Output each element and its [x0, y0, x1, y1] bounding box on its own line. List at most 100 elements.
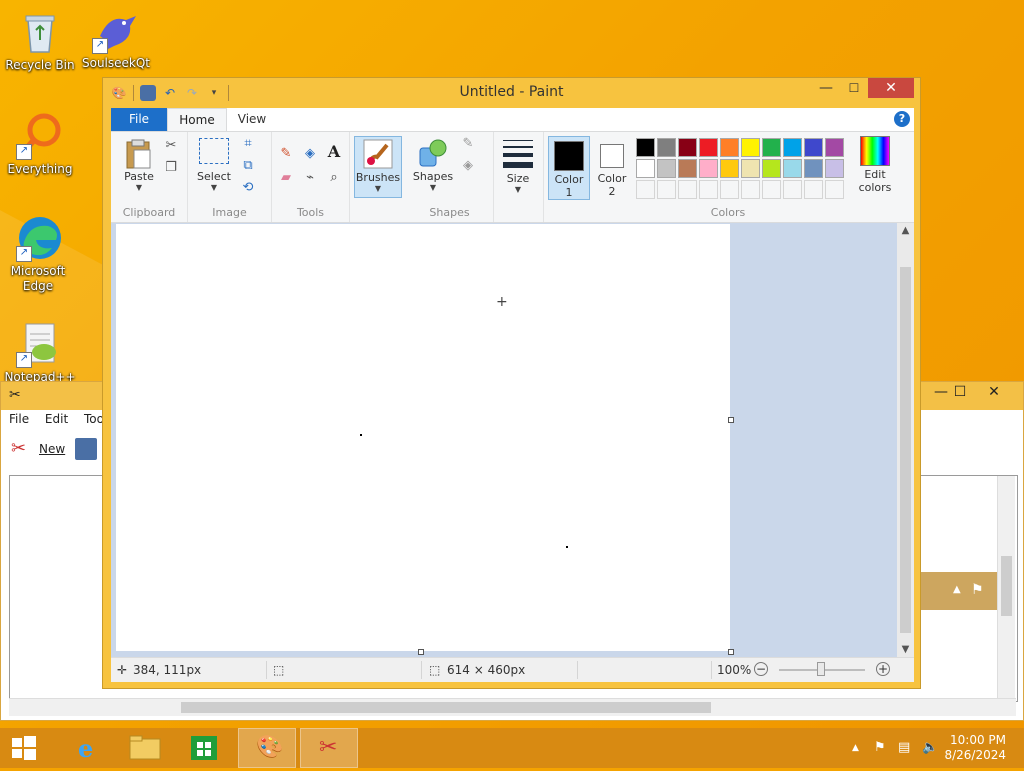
flag-icon[interactable]: ⚑: [971, 582, 984, 598]
tab-home[interactable]: Home: [167, 108, 227, 131]
color2-button[interactable]: Color 2: [592, 136, 632, 198]
palette-swatch[interactable]: [825, 159, 844, 178]
palette-custom-slot[interactable]: [699, 180, 718, 199]
start-button[interactable]: [0, 728, 58, 768]
palette-swatch[interactable]: [657, 159, 676, 178]
canvas-workspace[interactable]: + ▲ ▼: [111, 223, 914, 657]
palette-custom-slot[interactable]: [783, 180, 802, 199]
close-button[interactable]: ✕: [971, 382, 1017, 402]
close-button[interactable]: ✕: [868, 78, 914, 98]
palette-swatch[interactable]: [720, 138, 739, 157]
minimize-button[interactable]: —: [812, 78, 840, 98]
menu-edit[interactable]: Edit: [45, 412, 68, 426]
fill-icon[interactable]: ◈: [302, 146, 318, 162]
palette-swatch[interactable]: [699, 138, 718, 157]
size-button[interactable]: Size ▼: [498, 138, 538, 194]
action-center-flag-icon[interactable]: ⚑: [874, 740, 886, 755]
palette-swatch[interactable]: [741, 159, 760, 178]
taskbar-store[interactable]: [176, 728, 234, 768]
zoom-slider-thumb[interactable]: [817, 662, 825, 676]
palette-swatch[interactable]: [636, 138, 655, 157]
paint-titlebar[interactable]: 🎨 ↶ ↷ ▾ Untitled - Paint — ☐ ✕: [103, 78, 920, 108]
chevron-up-icon[interactable]: ▲: [953, 584, 961, 595]
scrollbar-thumb[interactable]: [900, 267, 911, 633]
palette-swatch[interactable]: [678, 138, 697, 157]
palette-swatch[interactable]: [657, 138, 676, 157]
new-button[interactable]: New: [39, 442, 65, 456]
network-icon[interactable]: ▤: [898, 740, 910, 755]
color-picker-icon[interactable]: ⌁: [302, 170, 318, 186]
system-clock[interactable]: 10:00 PM 8/26/2024: [944, 733, 1006, 763]
palette-swatch[interactable]: [825, 138, 844, 157]
desktop-icon-notepadpp[interactable]: ↗ Notepad++: [0, 320, 80, 385]
select-button[interactable]: Select ▼: [194, 138, 234, 192]
resize-handle-corner[interactable]: [728, 649, 734, 655]
zoom-in-button[interactable]: +: [876, 662, 890, 676]
palette-swatch[interactable]: [804, 138, 823, 157]
drawing-canvas[interactable]: +: [116, 224, 730, 651]
copy-icon[interactable]: ❐: [163, 160, 179, 176]
taskbar-ie[interactable]: e: [58, 728, 116, 768]
horizontal-scrollbar[interactable]: [9, 698, 1016, 716]
palette-custom-slot[interactable]: [825, 180, 844, 199]
tab-file[interactable]: File: [111, 108, 167, 131]
palette-swatch[interactable]: [762, 138, 781, 157]
rotate-icon[interactable]: ⟲: [240, 180, 256, 196]
palette-swatch[interactable]: [699, 159, 718, 178]
resize-handle-bottom[interactable]: [418, 649, 424, 655]
palette-swatch[interactable]: [762, 159, 781, 178]
palette-swatch[interactable]: [678, 159, 697, 178]
color1-button[interactable]: Color 1: [548, 136, 590, 200]
fill-icon[interactable]: ◈: [460, 158, 476, 174]
eraser-icon[interactable]: ▰: [278, 170, 294, 186]
save-icon[interactable]: [75, 438, 97, 460]
palette-custom-slot[interactable]: [657, 180, 676, 199]
taskbar-explorer[interactable]: [116, 728, 174, 768]
taskbar-snipping-tool[interactable]: ✂: [300, 728, 358, 768]
vertical-scrollbar[interactable]: [997, 476, 1015, 698]
palette-swatch[interactable]: [720, 159, 739, 178]
desktop-icon-soulseek[interactable]: ↗ SoulseekQt: [76, 6, 156, 71]
palette-swatch[interactable]: [636, 159, 655, 178]
zoom-out-button[interactable]: −: [754, 662, 768, 676]
show-hidden-icons[interactable]: ▲: [852, 743, 859, 753]
desktop-icon-edge[interactable]: ↗ Microsoft Edge: [0, 214, 80, 294]
palette-swatch[interactable]: [783, 138, 802, 157]
brushes-button[interactable]: Brushes ▼: [354, 136, 402, 198]
maximize-button[interactable]: ☐: [840, 78, 868, 98]
scrollbar-thumb[interactable]: [1001, 556, 1012, 616]
pencil-icon[interactable]: ✎: [278, 146, 294, 162]
desktop-icon-recycle-bin[interactable]: Recycle Bin: [0, 8, 80, 73]
tab-view[interactable]: View: [229, 108, 275, 131]
resize-icon[interactable]: ⧉: [240, 158, 256, 174]
palette-custom-slot[interactable]: [720, 180, 739, 199]
palette-swatch[interactable]: [804, 159, 823, 178]
magnifier-icon[interactable]: ⌕: [326, 170, 342, 186]
vertical-scrollbar[interactable]: ▲ ▼: [897, 223, 914, 657]
paint-window[interactable]: 🎨 ↶ ↷ ▾ Untitled - Paint — ☐ ✕ File Home…: [102, 77, 921, 689]
paste-button[interactable]: Paste ▼: [117, 138, 161, 192]
volume-muted-icon[interactable]: 🔈: [922, 740, 938, 755]
palette-custom-slot[interactable]: [678, 180, 697, 199]
menu-file[interactable]: File: [9, 412, 29, 426]
crop-icon[interactable]: ⌗: [240, 136, 256, 152]
help-icon[interactable]: ?: [894, 111, 910, 127]
scroll-down-icon[interactable]: ▼: [897, 644, 914, 655]
palette-custom-slot[interactable]: [762, 180, 781, 199]
palette-custom-slot[interactable]: [804, 180, 823, 199]
cut-icon[interactable]: ✂: [163, 138, 179, 154]
text-icon[interactable]: A: [326, 144, 342, 160]
scrollbar-thumb[interactable]: [181, 702, 711, 713]
resize-handle-right[interactable]: [728, 417, 734, 423]
outline-icon[interactable]: ✎: [460, 136, 476, 152]
palette-swatch[interactable]: [741, 138, 760, 157]
menu-tools[interactable]: Too: [84, 412, 104, 426]
palette-custom-slot[interactable]: [741, 180, 760, 199]
edit-colors-button[interactable]: Edit colors: [852, 136, 898, 194]
scroll-up-icon[interactable]: ▲: [897, 225, 914, 236]
palette-swatch[interactable]: [783, 159, 802, 178]
desktop-icon-everything[interactable]: ↗ Everything: [0, 112, 80, 177]
shapes-button[interactable]: Shapes ▼: [410, 138, 456, 192]
palette-custom-slot[interactable]: [636, 180, 655, 199]
taskbar-paint[interactable]: 🎨: [238, 728, 296, 768]
